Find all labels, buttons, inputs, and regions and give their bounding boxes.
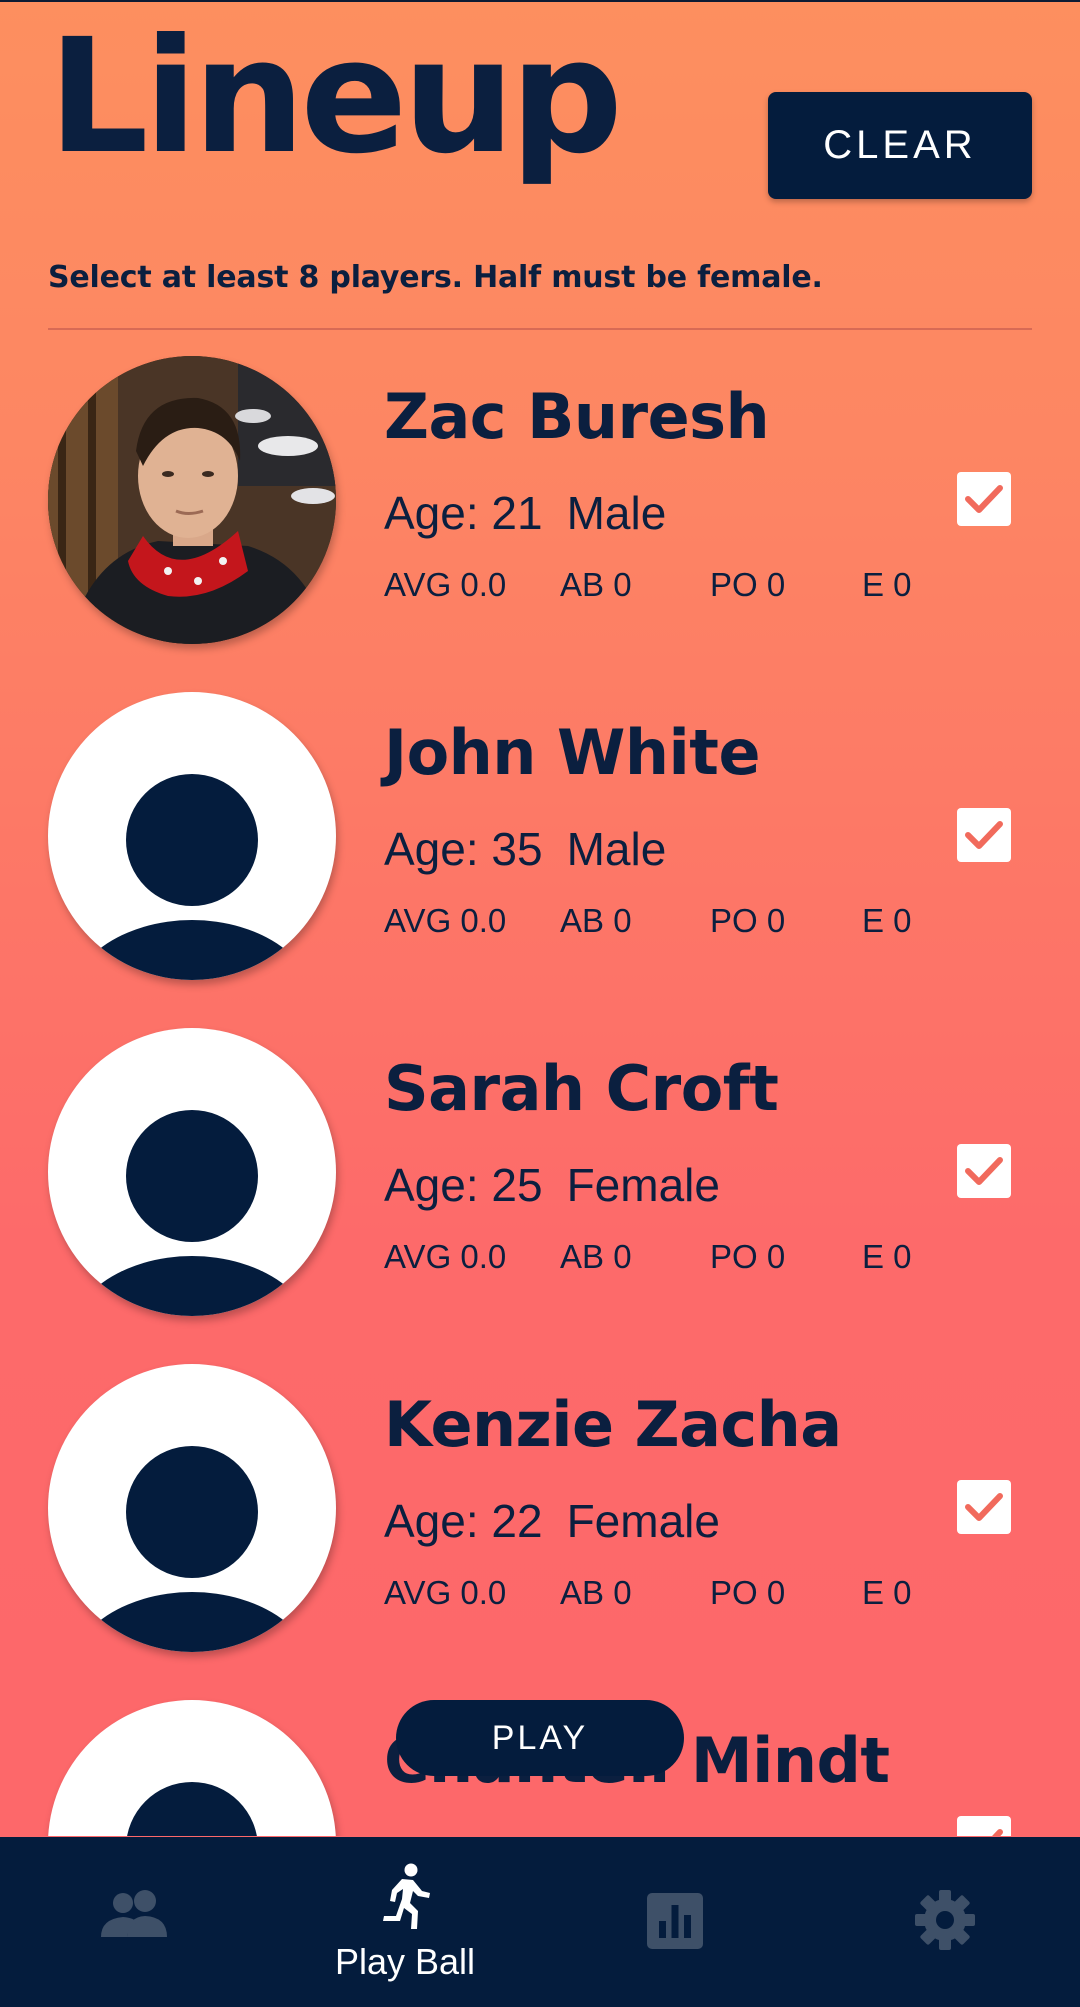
- checkmark-icon: [965, 1493, 1003, 1521]
- gear-icon: [915, 1890, 975, 1950]
- stat-ab: AB 0: [560, 902, 632, 939]
- player-age-gender: Age: 21 Male: [384, 486, 666, 540]
- top-border: [0, 0, 1080, 2]
- nav-item-play-ball[interactable]: Play Ball: [270, 1837, 540, 2007]
- bar-chart-icon: [647, 1893, 703, 1949]
- player-name: Zac Buresh: [384, 380, 770, 453]
- nav-item-stats[interactable]: [540, 1837, 810, 2007]
- default-user-icon: [48, 1028, 336, 1316]
- checkmark-icon: [965, 821, 1003, 849]
- player-gender: Female: [566, 1495, 720, 1547]
- bottom-navigation: Play Ball: [0, 1837, 1080, 2007]
- running-person-icon: [383, 1863, 430, 1929]
- player-row[interactable]: John White Age: 35 Male AVG 0.0 AB 0 PO 0…: [0, 692, 1080, 992]
- stat-avg: AVG 0.0: [384, 1238, 507, 1275]
- player-row[interactable]: Zac Buresh Age: 21 Male AVG 0.0 AB 0 PO 0…: [0, 356, 1080, 656]
- player-age: Age: 22: [384, 1495, 543, 1547]
- player-row[interactable]: Kenzie Zacha Age: 22 Female AVG 0.0 AB 0 …: [0, 1364, 1080, 1664]
- checkmark-icon: [965, 1157, 1003, 1185]
- play-button[interactable]: PLAY: [396, 1700, 684, 1776]
- player-select-checkbox[interactable]: [957, 472, 1011, 526]
- clear-button[interactable]: CLEAR: [768, 92, 1032, 199]
- stat-po: PO 0: [710, 1238, 786, 1275]
- stat-ab: AB 0: [560, 566, 632, 603]
- stat-po: PO 0: [710, 902, 786, 939]
- stat-avg: AVG 0.0: [384, 1574, 507, 1611]
- nav-label-play-ball: Play Ball: [334, 1941, 476, 1982]
- player-name: John White: [384, 716, 761, 789]
- stat-e: E 0: [862, 1574, 912, 1611]
- player-select-checkbox[interactable]: [957, 1816, 1011, 1836]
- player-name: Sarah Croft: [384, 1052, 779, 1125]
- player-age-gender: Age: 25 Female: [384, 1158, 720, 1212]
- nav-item-players[interactable]: [0, 1837, 270, 2007]
- nav-item-settings[interactable]: [810, 1837, 1080, 2007]
- people-icon: [101, 1890, 167, 1937]
- default-user-icon: [48, 1700, 336, 1836]
- player-age: Age: 35: [384, 823, 543, 875]
- portrait-image: [48, 356, 336, 644]
- player-age-gender: Age: 35 Male: [384, 822, 666, 876]
- player-age: Age: 21: [384, 487, 543, 539]
- stat-po: PO 0: [710, 1574, 786, 1611]
- player-gender: Male: [566, 487, 667, 539]
- page-title: Lineup: [48, 5, 623, 189]
- player-list[interactable]: Zac Buresh Age: 21 Male AVG 0.0 AB 0 PO 0…: [0, 356, 1080, 1836]
- default-user-icon: [48, 1364, 336, 1652]
- player-select-checkbox[interactable]: [957, 808, 1011, 862]
- stat-ab: AB 0: [560, 1238, 632, 1275]
- stat-e: E 0: [862, 566, 912, 603]
- player-age-gender: Age: 22 Female: [384, 1494, 720, 1548]
- player-age: Age: 25: [384, 1159, 543, 1211]
- stat-e: E 0: [862, 1238, 912, 1275]
- player-name: Kenzie Zacha: [384, 1388, 842, 1461]
- player-avatar-photo: [48, 356, 336, 644]
- player-gender: Female: [566, 1159, 720, 1211]
- player-row[interactable]: Sarah Croft Age: 25 Female AVG 0.0 AB 0 P…: [0, 1028, 1080, 1328]
- stat-ab: AB 0: [560, 1574, 632, 1611]
- checkmark-icon: [992, 1829, 1003, 1836]
- checkmark-icon: [965, 485, 1003, 513]
- stat-e: E 0: [862, 902, 912, 939]
- player-select-checkbox[interactable]: [957, 1480, 1011, 1534]
- player-gender: Male: [566, 823, 667, 875]
- player-select-checkbox[interactable]: [957, 1144, 1011, 1198]
- header-divider: [48, 328, 1032, 330]
- default-user-icon: [48, 692, 336, 980]
- stat-po: PO 0: [710, 566, 786, 603]
- lineup-instructions: Select at least 8 players. Half must be …: [48, 260, 823, 295]
- stat-avg: AVG 0.0: [384, 566, 507, 603]
- stat-avg: AVG 0.0: [384, 902, 507, 939]
